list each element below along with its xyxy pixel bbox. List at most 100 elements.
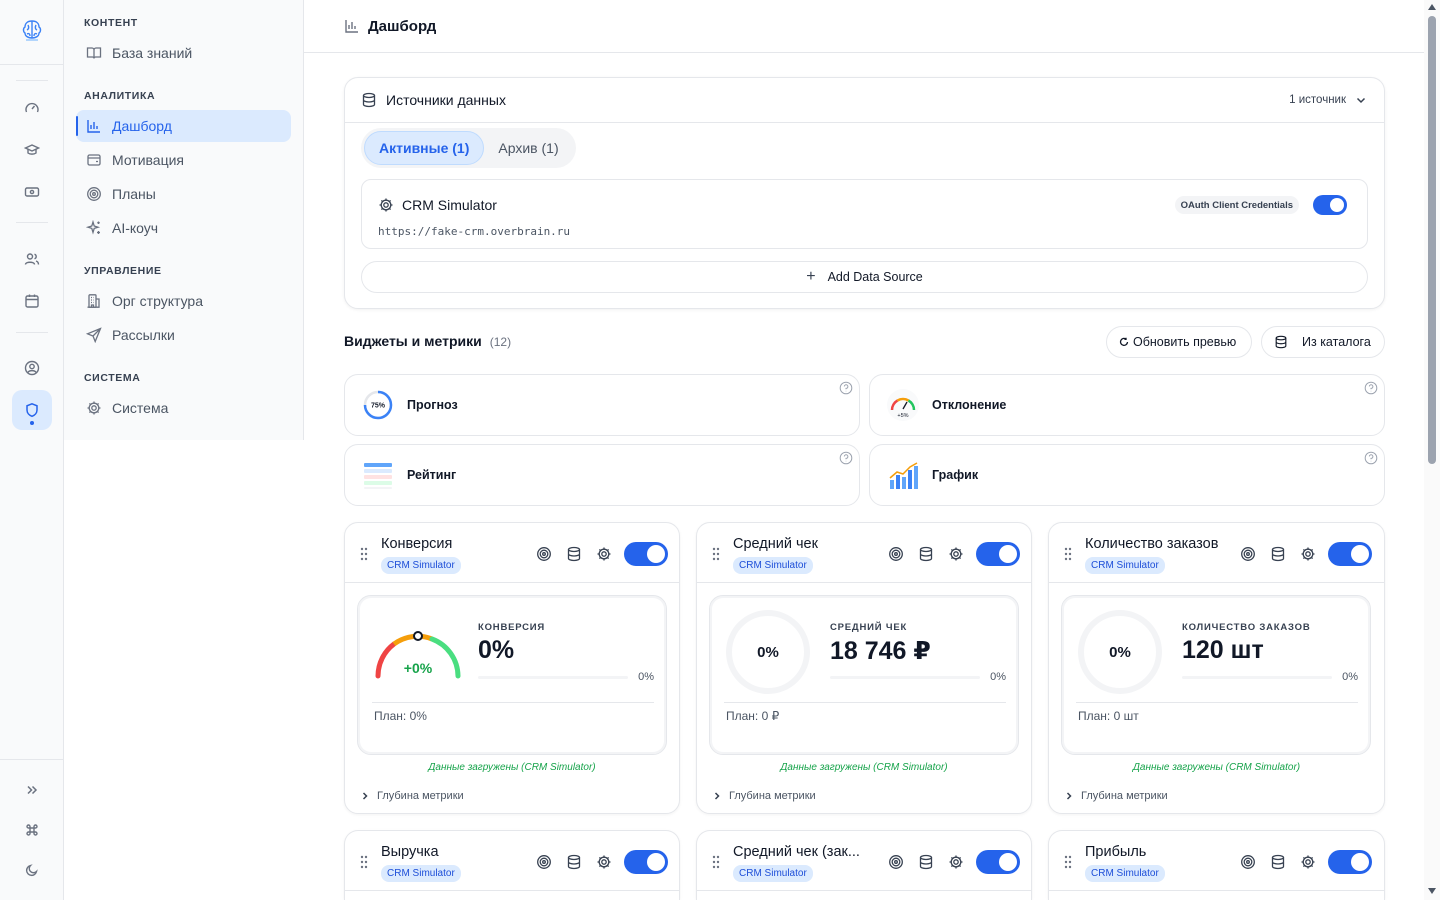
data-sources-title: Источники данных [386, 92, 506, 108]
catalog-button[interactable]: Из каталога [1261, 326, 1385, 358]
help-circle-icon[interactable] [1364, 381, 1378, 395]
nav-item-ai-coach[interactable]: AI-коуч [76, 212, 291, 244]
book-open-icon [86, 47, 102, 59]
widget-type-forecast[interactable]: 75% Прогноз [344, 374, 860, 436]
drag-handle-icon[interactable] [711, 855, 721, 869]
data-loaded-status: Данные загружены (CRM Simulator) [1132, 762, 1301, 773]
target-icon[interactable] [888, 546, 904, 562]
widget-revenue[interactable]: Выручка CRM Simulator [344, 830, 680, 900]
data-source-item[interactable]: CRM Simulator https://fake-crm.overbrain… [361, 179, 1368, 249]
metric-depth-toggle[interactable]: Глубина метрики [1063, 790, 1168, 802]
banknote-icon[interactable] [12, 172, 52, 212]
add-data-source-button[interactable]: + Add Data Source [361, 261, 1368, 293]
target-icon[interactable] [1240, 546, 1256, 562]
user-circle-icon[interactable] [12, 348, 52, 388]
gear-icon[interactable] [378, 197, 394, 213]
users-icon[interactable] [12, 239, 52, 279]
scrollbar[interactable] [1424, 0, 1440, 900]
gear-icon[interactable] [948, 854, 964, 870]
metric-depth-toggle[interactable]: Глубина метрики [711, 790, 816, 802]
help-circle-icon[interactable] [839, 381, 853, 395]
widget-conversion[interactable]: Конверсия CRM Simulator +0% КОНВЕРСИЯ 0%… [344, 522, 680, 814]
nav-item-dashboard[interactable]: Дашборд [76, 110, 291, 142]
gear-icon[interactable] [948, 546, 964, 562]
drag-handle-icon[interactable] [1063, 547, 1073, 561]
database-icon[interactable] [918, 546, 934, 562]
nav-item-org-structure[interactable]: Орг структура [76, 285, 291, 317]
gear-icon[interactable] [596, 546, 612, 562]
progress-ring: 0% [726, 610, 810, 694]
database-icon[interactable] [1270, 854, 1286, 870]
toggle-knob [999, 853, 1017, 871]
target-icon[interactable] [888, 854, 904, 870]
widget-toggle[interactable] [1328, 850, 1372, 874]
widget-toggle[interactable] [1328, 542, 1372, 566]
drag-handle-icon[interactable] [711, 547, 721, 561]
nav-item-mailings[interactable]: Рассылки [76, 319, 291, 351]
nav-item-label: Орг структура [112, 293, 203, 309]
widget-source-chip: CRM Simulator [733, 865, 813, 882]
scroll-up-arrow-icon[interactable] [1428, 4, 1436, 10]
drag-handle-icon[interactable] [359, 855, 369, 869]
data-source-toggle[interactable] [1313, 195, 1347, 215]
gauge-icon[interactable] [12, 88, 52, 128]
database-icon[interactable] [1270, 546, 1286, 562]
widget-type-label: Отклонение [932, 398, 1007, 412]
data-sources-header[interactable]: Источники данных 1 источник [345, 78, 1384, 123]
metric-depth-toggle[interactable]: Глубина метрики [359, 790, 464, 802]
database-icon[interactable] [566, 854, 582, 870]
widget-toggle[interactable] [624, 542, 668, 566]
widget-preview: +0% КОНВЕРСИЯ 0% 0% План: 0% [357, 595, 667, 755]
widgets-section-title: Виджеты и метрики (12) [344, 333, 511, 349]
database-icon[interactable] [566, 546, 582, 562]
help-circle-icon[interactable] [839, 451, 853, 465]
gear-icon[interactable] [1300, 854, 1316, 870]
widget-toggle[interactable] [624, 850, 668, 874]
scroll-down-arrow-icon[interactable] [1428, 888, 1436, 894]
scrollbar-thumb[interactable] [1428, 16, 1436, 464]
graduation-cap-icon[interactable] [12, 130, 52, 170]
data-sources-count[interactable]: 1 источник [1289, 93, 1368, 107]
database-icon[interactable] [918, 854, 934, 870]
widget-profit[interactable]: Прибыль CRM Simulator [1048, 830, 1385, 900]
shield-icon[interactable] [12, 390, 52, 430]
toggle-knob [647, 545, 665, 563]
tab-archive-sources[interactable]: Архив (1) [484, 131, 572, 165]
nav-item-label: AI-коуч [112, 220, 159, 236]
nav-item-system[interactable]: Система [76, 392, 291, 424]
tab-active-sources[interactable]: Активные (1) [364, 131, 485, 165]
target-icon [87, 187, 101, 201]
widget-toggle[interactable] [976, 542, 1020, 566]
drag-handle-icon[interactable] [359, 547, 369, 561]
moon-icon[interactable] [12, 850, 52, 890]
widget-average-check-orders[interactable]: Средний чек (зак... CRM Simulator [696, 830, 1032, 900]
drag-handle-icon[interactable] [1063, 855, 1073, 869]
widget-type-deviation[interactable]: +5% Отклонение [869, 374, 1385, 436]
toggle-knob [1351, 545, 1369, 563]
target-icon[interactable] [536, 546, 552, 562]
widget-title: Количество заказов [1085, 536, 1219, 552]
logo-brain-icon[interactable] [12, 10, 52, 50]
widget-type-chart[interactable]: График [869, 444, 1385, 506]
nav-item-knowledge-base[interactable]: База знаний [76, 37, 291, 69]
widget-type-rating[interactable]: Рейтинг [344, 444, 860, 506]
widget-order-count[interactable]: Количество заказов CRM Simulator 0% КОЛИ… [1048, 522, 1385, 814]
widget-header: Выручка CRM Simulator [345, 831, 679, 891]
command-icon[interactable] [12, 810, 52, 850]
target-icon[interactable] [536, 854, 552, 870]
bar-chart-icon [87, 120, 100, 133]
toggle-knob [1351, 853, 1369, 871]
gear-icon[interactable] [1300, 546, 1316, 562]
help-circle-icon[interactable] [1364, 451, 1378, 465]
widget-average-check[interactable]: Средний чек CRM Simulator 0% СРЕДНИЙ ЧЕК… [696, 522, 1032, 814]
gear-icon[interactable] [596, 854, 612, 870]
nav-item-motivation[interactable]: Мотивация [76, 144, 291, 176]
nav-item-plans[interactable]: Планы [76, 178, 291, 210]
chevrons-right-icon[interactable] [12, 770, 52, 810]
nav-item-label: Мотивация [112, 152, 185, 168]
target-icon[interactable] [1240, 854, 1256, 870]
widget-toggle[interactable] [976, 850, 1020, 874]
refresh-preview-button[interactable]: Обновить превью [1106, 326, 1252, 358]
calendar-icon[interactable] [12, 281, 52, 321]
widget-type-label: Прогноз [407, 398, 458, 412]
